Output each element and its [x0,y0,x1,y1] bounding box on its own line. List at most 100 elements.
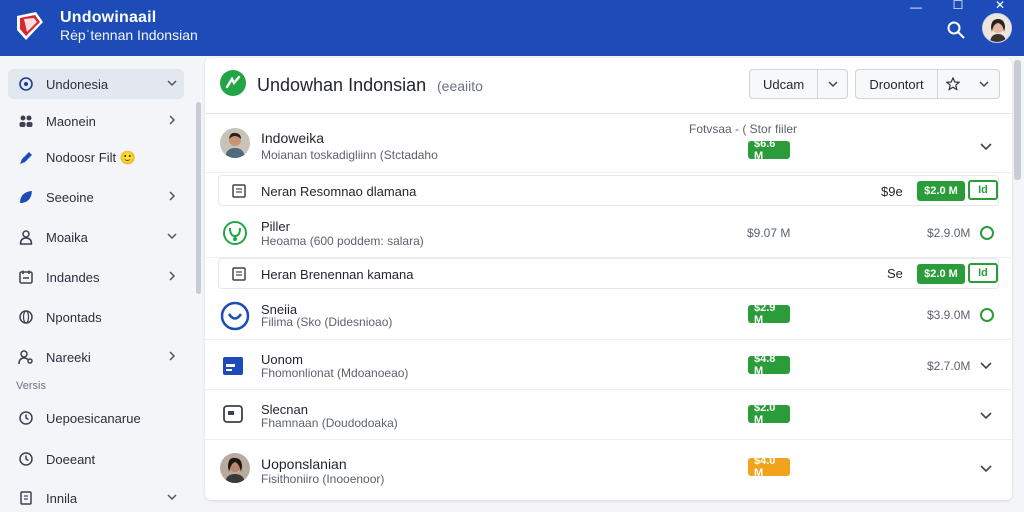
row-subtitle: Fhamnaan (Doudodoaka) [261,416,398,430]
panel-title: Undowhan Indonsian [257,75,427,95]
row-title: Heran Brenennan kamana [261,267,414,282]
sidebar-item-label: Doeeant [46,451,96,467]
table-row[interactable]: Indoweika Moianan toskadigliinn (Stctada… [205,115,1012,173]
primary-button-label: Udcam [763,76,805,92]
row-value-secondary: $2.7.0M [927,359,971,373]
star-icon[interactable] [936,70,969,98]
table-row[interactable]: Neran Resomnao dlamana $9e $2.0 M Id [218,175,999,206]
search-icon[interactable] [946,20,966,40]
table-row[interactable]: Uoponslanian Fisithoniiro (Inooenoor) $4… [205,440,1012,500]
close-icon[interactable]: ✕ [990,0,1010,14]
sidebar-item-label: Maonein [46,113,96,129]
clock-icon [19,452,33,466]
value-badge: $6.6 M [748,138,790,162]
sidebar-item-seeoine[interactable]: Seeoine [8,182,184,212]
chevron-down-icon[interactable] [166,77,178,89]
sidebar: Undonesia Maonein Nodoosr Filt 🙂 Seeoine… [0,56,204,512]
row-subtitle: Heoama (600 poddem: salara) [261,234,424,248]
value-badge: $2.0 M [917,181,965,201]
chevron-down-icon[interactable] [969,70,999,98]
leaf-icon [20,191,32,203]
sidebar-item-indandes[interactable]: Indandes [8,262,184,292]
table-row[interactable]: Uonom Fhomonlionat (Mdoanoeao) $4.8 M $2… [205,340,1012,390]
row-action-button[interactable]: Id [968,263,998,283]
table-row[interactable]: Slecnan Fhamnaan (Doudodoaka) $2.0 M [205,390,1012,440]
primary-dropdown-button[interactable]: Udcam [749,69,848,99]
sidebar-item-npontads[interactable]: Npontads [8,302,184,332]
status-ok-icon [980,308,994,322]
sidebar-item-nodoosr[interactable]: Nodoosr Filt 🙂 [8,143,184,173]
row-title: Indoweika [261,130,325,146]
minimize-icon[interactable]: — [906,1,926,16]
value-badge: $4.8 M [748,353,790,377]
avatar [220,128,250,158]
sidebar-item-moaika[interactable]: Moaika [8,222,184,252]
stethoscope-icon [223,221,247,245]
row-subtitle: Filima (Sko (Didesnioao) [261,315,393,329]
value-badge: $2.9 M [748,302,790,326]
table-row[interactable]: Sneiia Filima (Sko (Didesnioao) $2.9 M $… [205,291,1012,340]
avatar [220,453,250,483]
calendar-icon [19,270,33,284]
chevron-right-icon[interactable] [166,350,178,362]
sidebar-item-label: Nodoosr Filt 🙂 [46,150,136,165]
sidebar-item-label: Innila [46,490,78,506]
users-icon [19,115,33,127]
app-subtitle: Rėpˈtennan Indonsian [60,27,198,43]
globe-icon [19,77,33,91]
value-badge: $2.0 M [917,264,965,284]
sidebar-item-label: Undonesia [46,76,109,92]
panel-header: Undowhan Indonsian (eeaiito Udcam Droont… [205,58,1012,114]
secondary-button-label: Droontort [869,76,924,92]
sidebar-item-maonein[interactable]: Maonein [8,106,184,136]
row-value: Se [887,266,903,281]
row-title: Uonom [261,352,303,367]
sidebar-item-label: Seeoine [46,189,94,205]
row-value-secondary: $2.9.0M [927,226,971,240]
sidebar-item-label: Indandes [46,269,100,285]
sidebar-item-label: Npontads [46,309,102,325]
chevron-right-icon[interactable] [166,190,178,202]
brand-circle-icon [220,301,250,331]
sidebar-section-label: Versis [16,380,46,392]
chevron-down-icon[interactable] [166,230,178,242]
row-action-button[interactable]: Id [968,180,998,200]
row-title: Piller [261,219,290,234]
sidebar-item-doeeant[interactable]: Doeeant [8,444,184,474]
chevron-down-icon[interactable] [166,491,178,503]
chevron-down-icon[interactable] [979,358,993,372]
secondary-dropdown-button[interactable]: Droontort [855,69,1000,99]
document-icon [232,267,246,281]
sidebar-scrollbar[interactable] [196,102,201,294]
main-scrollbar[interactable] [1014,60,1021,180]
maximize-icon[interactable]: ☐ [948,0,968,14]
table-row[interactable]: Piller Heoama (600 poddem: salara) $9.07… [205,208,1012,258]
globe-icon [19,310,33,324]
row-value: $9.07 M [747,226,791,240]
chevron-down-icon[interactable] [979,461,993,475]
chevron-down-icon[interactable] [817,70,847,98]
message-icon [223,405,243,423]
table-row[interactable]: Heran Brenennan kamana Se $2.0 M Id [218,258,999,289]
chevron-down-icon[interactable] [979,139,993,153]
person-gear-icon [18,350,33,365]
app-logo [17,12,43,40]
row-meta: Fotvsaa - ( Stor fiiler [689,122,798,136]
user-avatar[interactable] [982,13,1012,43]
sidebar-item-undonesia[interactable]: Undonesia [8,69,184,99]
sidebar-item-uepoesicanarue[interactable]: Uepoesicanarue [8,403,184,433]
card-icon [223,357,243,375]
document-icon [232,184,246,198]
chevron-right-icon[interactable] [166,270,178,282]
row-title: Uoponslanian [261,456,347,472]
chevron-right-icon[interactable] [166,114,178,126]
sidebar-item-nareeki[interactable]: Nareeki [8,342,184,372]
value-badge: $2.0 M [748,402,790,426]
sidebar-item-innila[interactable]: Innila [8,483,184,512]
panel-subtitle: (eeaiito [437,78,483,94]
pen-icon [20,152,32,164]
user-icon [19,230,33,245]
chevron-down-icon[interactable] [979,408,993,422]
title-bar: Undowinaail Rėpˈtennan Indonsian — ☐ ✕ [0,0,1024,56]
row-title: Neran Resomnao dlamana [261,184,417,199]
